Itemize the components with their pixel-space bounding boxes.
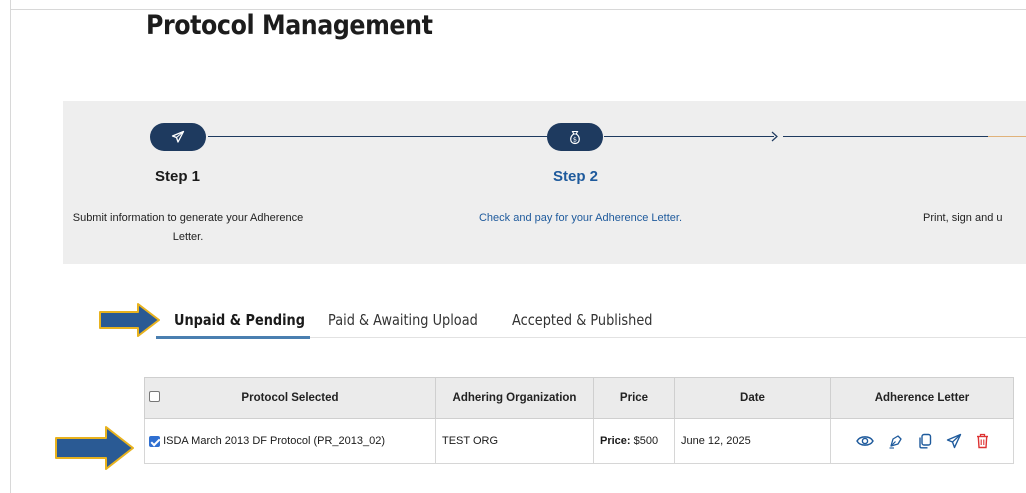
protocol-selected-header: Protocol Selected bbox=[144, 377, 436, 419]
paper-plane-icon bbox=[171, 130, 185, 143]
svg-text:$: $ bbox=[573, 135, 577, 143]
tab-accepted-published[interactable]: Accepted & Published bbox=[512, 311, 652, 329]
step-2-badge[interactable]: $ bbox=[547, 123, 603, 151]
date-header: Date bbox=[674, 377, 831, 419]
tab-divider bbox=[310, 337, 1026, 338]
callout-arrow-icon bbox=[99, 303, 160, 337]
copy-icon[interactable] bbox=[918, 433, 932, 449]
adhering-organization-header: Adhering Organization bbox=[435, 377, 594, 419]
protocol-table: Protocol Selected Adhering Organization … bbox=[144, 377, 1014, 464]
step-1-description: Submit information to generate your Adhe… bbox=[72, 212, 304, 243]
protocol-name: ISDA March 2013 DF Protocol (PR_2013_02) bbox=[163, 435, 386, 447]
organization-cell: TEST ORG bbox=[435, 418, 594, 464]
adherence-letter-actions bbox=[830, 418, 1014, 464]
frame-left-border bbox=[10, 0, 11, 493]
table-row: ISDA March 2013 DF Protocol (PR_2013_02)… bbox=[144, 418, 1014, 464]
sign-pen-icon[interactable] bbox=[888, 433, 904, 449]
chevron-right-icon bbox=[771, 131, 778, 142]
tab-unpaid-pending[interactable]: Unpaid & Pending bbox=[174, 311, 305, 329]
step-progress-panel: $ Step 1 Step 2 Submit information to ge… bbox=[63, 101, 1026, 264]
trash-icon[interactable] bbox=[976, 433, 989, 449]
send-icon[interactable] bbox=[946, 433, 962, 449]
protocol-cell: ISDA March 2013 DF Protocol (PR_2013_02) bbox=[144, 418, 436, 464]
price-header: Price bbox=[593, 377, 675, 419]
row-select-checkbox[interactable] bbox=[149, 435, 160, 447]
step-connector-pending bbox=[988, 136, 1026, 137]
date-cell: June 12, 2025 bbox=[674, 418, 831, 464]
step-connector-1 bbox=[208, 136, 547, 137]
page-title: Protocol Management bbox=[146, 10, 433, 41]
step-connector-2 bbox=[604, 136, 774, 137]
callout-arrow-icon bbox=[55, 426, 134, 470]
select-all-checkbox[interactable] bbox=[149, 391, 160, 402]
step-1-label: Step 1 bbox=[155, 168, 201, 185]
step-1-badge[interactable] bbox=[150, 123, 206, 151]
money-bag-icon: $ bbox=[570, 130, 580, 144]
table-header-row: Protocol Selected Adhering Organization … bbox=[144, 377, 1014, 419]
adherence-letter-header: Adherence Letter bbox=[830, 377, 1014, 419]
step-2-description: Check and pay for your Adherence Letter. bbox=[478, 212, 683, 224]
active-tab-indicator bbox=[156, 336, 310, 339]
step-3-description: Print, sign and u bbox=[923, 212, 1003, 224]
eye-icon[interactable] bbox=[855, 434, 874, 448]
tab-paid-awaiting-upload[interactable]: Paid & Awaiting Upload bbox=[328, 311, 478, 329]
step-2-label: Step 2 bbox=[553, 168, 599, 185]
price-cell: Price: $500 bbox=[593, 418, 675, 464]
